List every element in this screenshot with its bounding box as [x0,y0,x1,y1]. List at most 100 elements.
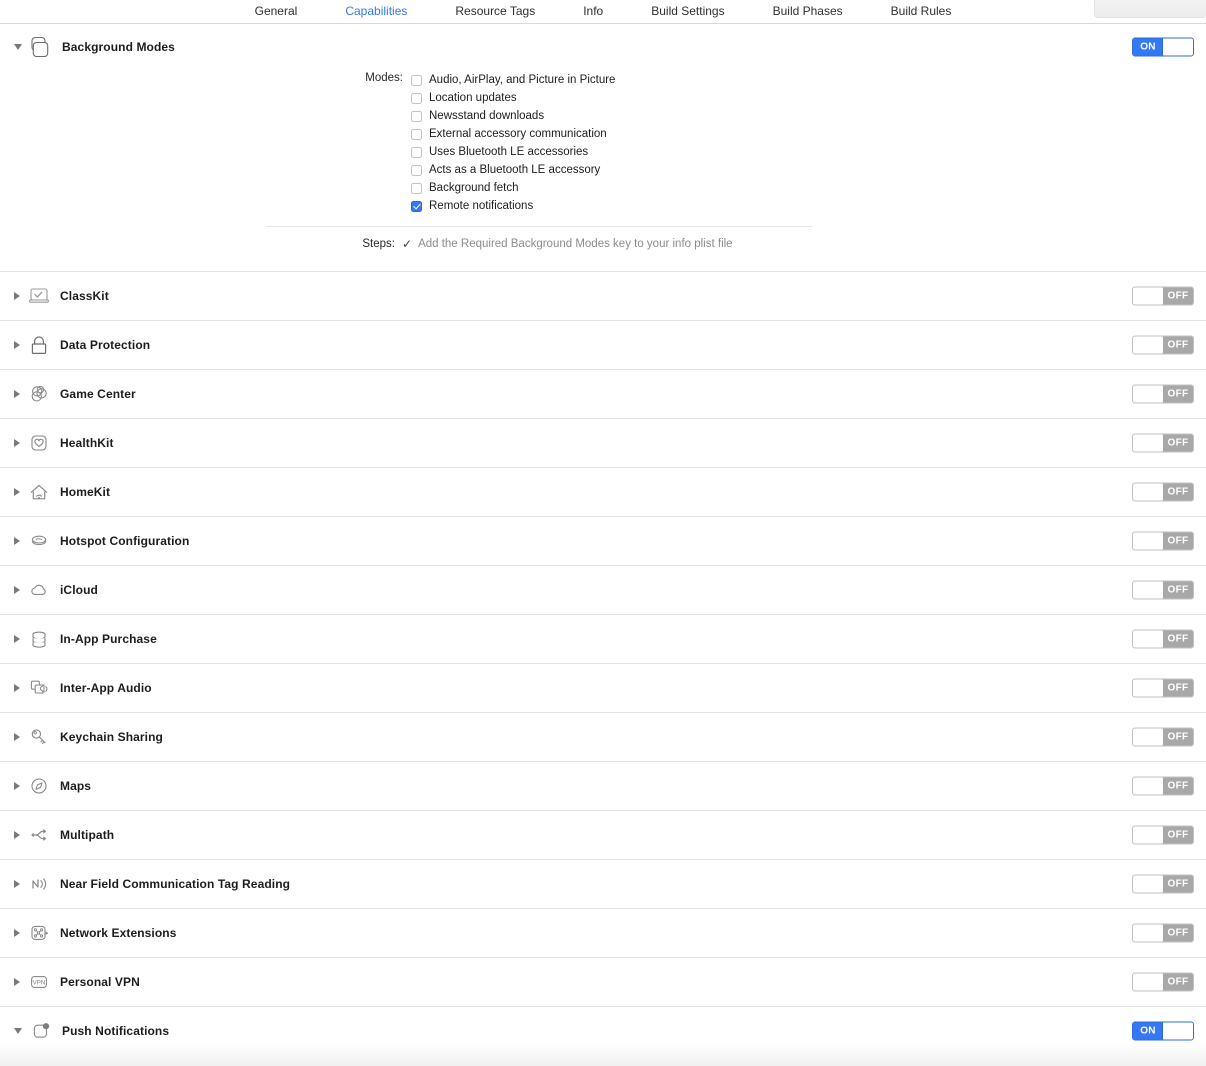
toggle-state-label: OFF [1163,581,1193,599]
toggle-state-label: OFF [1163,826,1193,844]
toggle-knob [1133,875,1163,893]
toggle-data-protection[interactable]: OFF [1132,335,1194,355]
capability-row-push-notifications[interactable]: Push Notifications ON [0,1006,1206,1055]
toggle-state-label: OFF [1163,924,1193,942]
checkbox-location-updates[interactable] [411,92,422,104]
toggle-state-label: OFF [1163,728,1193,746]
toggle-knob [1133,532,1163,550]
toggle-inter-app-audio[interactable]: OFF [1132,678,1194,698]
capability-row-healthkit[interactable]: HealthKit OFF [0,418,1206,467]
capability-row-game-center[interactable]: Game Center OFF [0,369,1206,418]
tab-capabilities[interactable]: Capabilities [321,0,431,23]
filter-search-field[interactable] [1094,0,1206,18]
toggle-in-app-purchase[interactable]: OFF [1132,629,1194,649]
toggle-game-center[interactable]: OFF [1132,384,1194,404]
toggle-hotspot-configuration[interactable]: OFF [1132,531,1194,551]
capability-row-keychain-sharing[interactable]: Keychain Sharing OFF [0,712,1206,761]
checkbox-remote-notifications[interactable] [411,200,422,212]
toggle-state-label: OFF [1163,287,1193,305]
toggle-state-label: ON [1133,1022,1163,1040]
capability-row-data-protection[interactable]: Data Protection OFF [0,320,1206,369]
toggle-keychain-sharing[interactable]: OFF [1132,727,1194,747]
disclosure-triangle-closed-icon[interactable] [14,390,20,398]
disclosure-triangle-closed-icon[interactable] [14,733,20,741]
mode-item[interactable]: Background fetch [411,179,615,197]
capability-title: In-App Purchase [60,632,157,646]
toggle-homekit[interactable]: OFF [1132,482,1194,502]
disclosure-triangle-closed-icon[interactable] [14,880,20,888]
disclosure-triangle-closed-icon[interactable] [14,929,20,937]
capability-row-personal-vpn[interactable]: VPN Personal VPN OFF [0,957,1206,1006]
disclosure-triangle-closed-icon[interactable] [14,586,20,594]
checkbox-uses-bluetooth-le-accessories[interactable] [411,146,422,158]
mode-item[interactable]: Newsstand downloads [411,107,615,125]
mode-label: Remote notifications [429,200,534,212]
tab-build-settings[interactable]: Build Settings [627,0,748,23]
toggle-nfc-tag-reading[interactable]: OFF [1132,874,1194,894]
toggle-maps[interactable]: OFF [1132,776,1194,796]
tab-info[interactable]: Info [559,0,627,23]
mode-item[interactable]: Location updates [411,89,615,107]
checkbox-background-fetch[interactable] [411,182,422,194]
tab-general[interactable]: General [231,0,322,23]
capability-row-icloud[interactable]: iCloud OFF [0,565,1206,614]
push-notifications-icon [28,1018,54,1044]
disclosure-triangle-open-icon[interactable] [14,1028,22,1034]
toggle-personal-vpn[interactable]: OFF [1132,972,1194,992]
mode-label: Background fetch [429,182,519,194]
toggle-state-label: OFF [1163,875,1193,893]
toggle-state-label: OFF [1163,679,1193,697]
disclosure-triangle-closed-icon[interactable] [14,782,20,790]
mode-item[interactable]: External accessory communication [411,125,615,143]
capability-row-classkit[interactable]: ClassKit OFF [0,271,1206,320]
checkbox-newsstand-downloads[interactable] [411,110,422,122]
toggle-background-modes[interactable]: ON [1132,37,1194,57]
lock-icon [26,332,52,358]
capability-header-background-modes[interactable]: Background Modes ON [0,23,1206,71]
checkbox-audio-airplay-picture-in-picture[interactable] [411,74,422,86]
tab-build-phases[interactable]: Build Phases [749,0,867,23]
toggle-network-extensions[interactable]: OFF [1132,923,1194,943]
capability-row-nfc-tag-reading[interactable]: Near Field Communication Tag Reading OFF [0,859,1206,908]
disclosure-triangle-closed-icon[interactable] [14,341,20,349]
disclosure-triangle-closed-icon[interactable] [14,488,20,496]
toggle-classkit[interactable]: OFF [1132,286,1194,306]
capability-row-maps[interactable]: Maps OFF [0,761,1206,810]
toggle-knob [1133,434,1163,452]
toggle-push-notifications[interactable]: ON [1132,1021,1194,1041]
checkbox-acts-as-bluetooth-le-accessory[interactable] [411,164,422,176]
disclosure-triangle-closed-icon[interactable] [14,439,20,447]
capability-row-homekit[interactable]: HomeKit OFF [0,467,1206,516]
toggle-knob [1163,38,1193,56]
disclosure-triangle-open-icon[interactable] [14,44,22,50]
mode-item[interactable]: Remote notifications [411,197,615,215]
mode-item[interactable]: Uses Bluetooth LE accessories [411,143,615,161]
tab-resource-tags[interactable]: Resource Tags [431,0,559,23]
game-center-icon [26,381,52,407]
disclosure-triangle-closed-icon[interactable] [14,292,20,300]
modes-checkbox-list: Audio, AirPlay, and Picture in Picture L… [411,71,615,215]
disclosure-triangle-closed-icon[interactable] [14,684,20,692]
checkbox-external-accessory-communication[interactable] [411,128,422,140]
capability-title: Inter-App Audio [60,681,152,695]
disclosure-triangle-closed-icon[interactable] [14,831,20,839]
steps-row: Steps: ✓ Add the Required Background Mod… [0,237,1206,251]
disclosure-triangle-closed-icon[interactable] [14,978,20,986]
tab-build-rules[interactable]: Build Rules [867,0,976,23]
toggle-icloud[interactable]: OFF [1132,580,1194,600]
toggle-knob [1163,1022,1193,1040]
mode-item[interactable]: Acts as a Bluetooth LE accessory [411,161,615,179]
toggle-multipath[interactable]: OFF [1132,825,1194,845]
capability-row-in-app-purchase[interactable]: In-App Purchase OFF [0,614,1206,663]
toggle-state-label: OFF [1163,336,1193,354]
capability-row-inter-app-audio[interactable]: Inter-App Audio OFF [0,663,1206,712]
mode-item[interactable]: Audio, AirPlay, and Picture in Picture [411,71,615,89]
toggle-knob [1133,336,1163,354]
capability-row-hotspot-configuration[interactable]: Hotspot Configuration OFF [0,516,1206,565]
disclosure-triangle-closed-icon[interactable] [14,537,20,545]
capability-row-multipath[interactable]: Multipath OFF [0,810,1206,859]
toggle-state-label: OFF [1163,630,1193,648]
toggle-healthkit[interactable]: OFF [1132,433,1194,453]
capability-row-network-extensions[interactable]: Network Extensions OFF [0,908,1206,957]
disclosure-triangle-closed-icon[interactable] [14,635,20,643]
